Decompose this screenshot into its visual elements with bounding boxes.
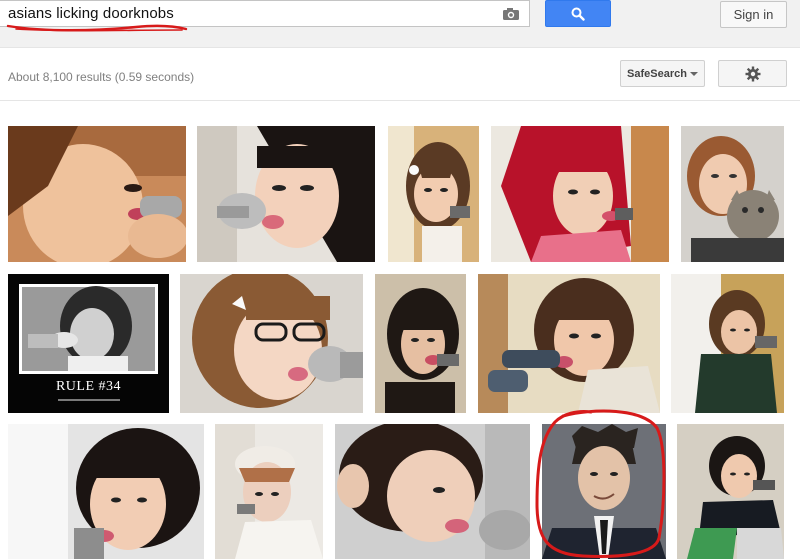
safesearch-label: SafeSearch <box>627 67 687 80</box>
image-result[interactable] <box>180 274 363 413</box>
sign-in-button[interactable]: Sign in <box>720 1 787 28</box>
red-underline-annotation <box>6 24 188 32</box>
image-result[interactable] <box>197 126 375 262</box>
image-result[interactable] <box>491 126 669 262</box>
gear-icon <box>745 66 760 81</box>
safesearch-dropdown[interactable]: SafeSearch <box>620 60 705 87</box>
search-icon <box>571 7 585 21</box>
image-result[interactable] <box>478 274 660 413</box>
image-result[interactable] <box>375 274 466 413</box>
toolbar-divider <box>0 100 800 101</box>
search-query-text[interactable]: asians licking doorknobs <box>8 5 174 22</box>
image-result[interactable] <box>677 424 784 559</box>
image-result[interactable] <box>8 126 186 262</box>
image-result[interactable] <box>388 126 479 262</box>
results-stats: About 8,100 results (0.59 seconds) <box>8 70 195 84</box>
image-result[interactable] <box>681 126 784 262</box>
image-result[interactable] <box>335 424 530 559</box>
image-result[interactable] <box>542 424 666 559</box>
image-result[interactable] <box>671 274 784 413</box>
image-result[interactable] <box>215 424 323 559</box>
chevron-down-icon <box>689 72 698 76</box>
image-result[interactable]: RULE #34 <box>8 274 169 413</box>
search-button[interactable] <box>545 0 611 27</box>
settings-button[interactable] <box>718 60 787 87</box>
image-result[interactable] <box>8 424 204 559</box>
top-bar: asians licking doorknobs Sign in <box>0 0 800 48</box>
camera-icon[interactable] <box>500 5 522 23</box>
search-input[interactable]: asians licking doorknobs <box>0 0 530 32</box>
poster-caption: RULE #34 <box>55 379 122 394</box>
